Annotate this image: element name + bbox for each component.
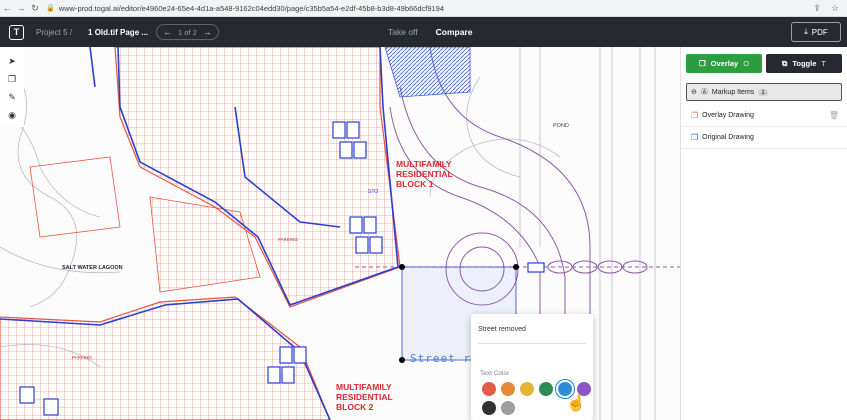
pointer-icon[interactable]: ➤ xyxy=(6,55,18,67)
back-icon[interactable]: ← xyxy=(0,3,14,13)
area-icon[interactable]: ◉ xyxy=(6,109,18,121)
compare-panel: ❐ Overlay O ⧉ Toggle T ⊖ Ⓐ Markup Items … xyxy=(680,47,847,420)
page-pager: ← 1 of 2 → xyxy=(156,24,219,40)
app-header: T Project 5 / 1 Old.tif Page ... ← 1 of … xyxy=(0,17,847,47)
markup-icon: Ⓐ xyxy=(700,89,708,96)
original-layer-icon: ❐ xyxy=(691,133,699,142)
toggle-button[interactable]: ⧉ Toggle T xyxy=(766,54,842,73)
color-swatch[interactable] xyxy=(482,401,496,415)
browser-bar: ← → ↻ 🔒 www-prod.togal.ai/editor/e4960e2… xyxy=(0,0,847,17)
forward-icon[interactable]: → xyxy=(14,3,28,13)
tab-compare[interactable]: Compare xyxy=(436,27,473,37)
file-name[interactable]: 1 Old.tif Page ... xyxy=(88,28,148,37)
layer-item-label: Original Drawing xyxy=(702,134,754,141)
block-1-label: MULTIFAMILY RESIDENTIAL BLOCK 1 xyxy=(396,159,453,189)
copy-icon[interactable]: ❐ xyxy=(6,73,18,85)
color-swatch[interactable] xyxy=(520,382,534,396)
trash-icon[interactable]: 🗑 xyxy=(829,111,839,120)
mode-tabs: Take off Compare xyxy=(388,17,472,47)
layer-item-label: Overlay Drawing xyxy=(702,112,754,119)
prev-page-icon[interactable]: ← xyxy=(163,27,172,37)
lock-icon: 🔒 xyxy=(46,5,55,12)
block-2-label: MULTIFAMILY RESIDENTIAL BLOCK 2 xyxy=(336,382,393,412)
togal-logo-icon[interactable]: T xyxy=(9,24,24,40)
address-bar[interactable]: 🔒 www-prod.togal.ai/editor/e4960e24-65e4… xyxy=(46,4,444,13)
layer-item-original[interactable]: ❐ Original Drawing xyxy=(681,127,847,149)
parking-label-top: PARKING xyxy=(278,237,298,242)
markup-text-input[interactable]: Street removed xyxy=(478,322,586,344)
download-icon: ⤓ xyxy=(804,27,808,36)
parking-label-bottom: PARKING xyxy=(72,355,92,360)
share-icon[interactable]: ⇪ xyxy=(813,3,821,14)
left-toolbar: ➤ ❐ ✎ ◉ xyxy=(0,47,24,127)
storage-label: STO xyxy=(368,189,379,195)
markup-items-header[interactable]: ⊖ Ⓐ Markup Items 1 xyxy=(686,83,842,101)
markup-count-badge: 1 xyxy=(758,88,768,96)
markup-items-label: Markup Items xyxy=(711,88,755,96)
next-page-icon[interactable]: → xyxy=(203,27,212,37)
overlay-layer-icon: ❐ xyxy=(691,111,699,120)
collapse-icon[interactable]: ⊖ xyxy=(691,88,697,96)
toggle-icon: ⧉ xyxy=(782,58,788,68)
pdf-download-button[interactable]: ⤓ PDF xyxy=(791,22,841,42)
page-indicator: 1 of 2 xyxy=(178,27,197,37)
color-swatch[interactable] xyxy=(482,382,496,396)
layer-item-overlay[interactable]: ❐ Overlay Drawing 🗑 xyxy=(681,105,847,127)
pond-label: POND xyxy=(553,123,569,129)
lagoon-label: SALT WATER LAGOON xyxy=(62,265,123,271)
pdf-label: PDF xyxy=(811,27,828,37)
color-swatch[interactable] xyxy=(501,382,515,396)
text-color-label: Text Color xyxy=(480,370,510,377)
overlay-icon: ❐ xyxy=(698,59,706,68)
color-swatch[interactable] xyxy=(539,382,553,396)
breadcrumb[interactable]: Project 5 / xyxy=(36,28,72,37)
overlay-button[interactable]: ❐ Overlay O xyxy=(686,54,762,73)
color-swatch[interactable] xyxy=(501,401,515,415)
star-icon[interactable]: ☆ xyxy=(831,3,839,14)
ruler-icon[interactable]: ✎ xyxy=(6,91,18,103)
toggle-label: Toggle xyxy=(792,59,817,68)
overlay-shortcut: O xyxy=(743,59,750,68)
reload-icon[interactable]: ↻ xyxy=(28,3,42,14)
overlay-label: Overlay xyxy=(710,59,739,68)
tab-take-off[interactable]: Take off xyxy=(388,27,418,37)
url-text: www-prod.togal.ai/editor/e4960e24-65e4-4… xyxy=(58,3,445,13)
hand-cursor-icon: ☝ xyxy=(566,395,586,412)
toggle-shortcut: T xyxy=(821,59,826,68)
